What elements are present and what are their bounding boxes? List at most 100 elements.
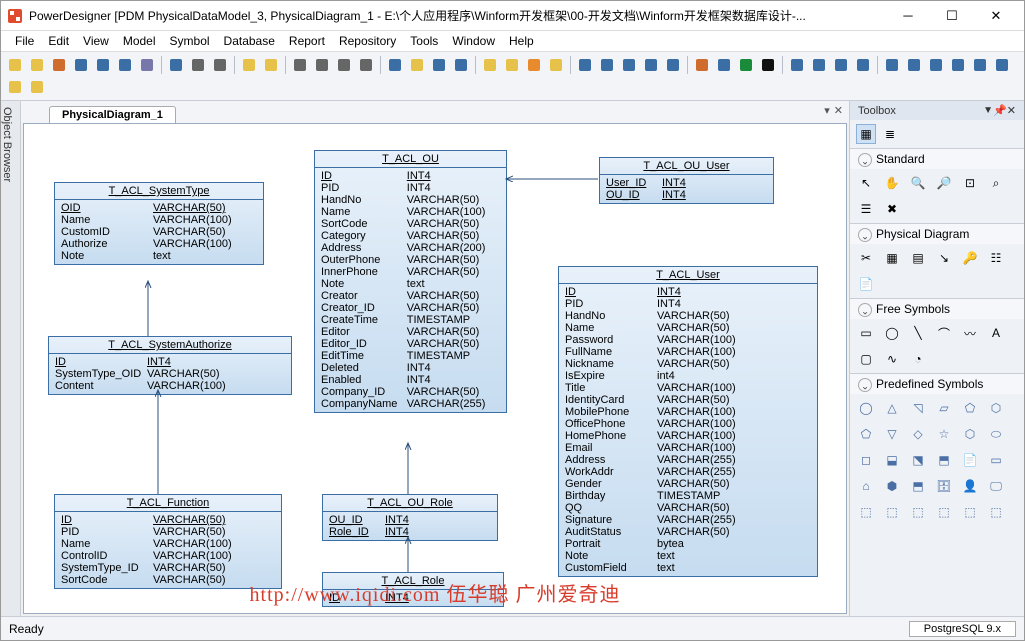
toolbar-button-10[interactable]: [239, 55, 259, 75]
toolbar-button-0[interactable]: [5, 55, 25, 75]
zoom-region-icon[interactable]: ⌕: [986, 173, 1006, 193]
toolbar-button-9[interactable]: [210, 55, 230, 75]
toolbar-button-18[interactable]: [429, 55, 449, 75]
toolbar-button-30[interactable]: [714, 55, 734, 75]
entity-T_ACL_SystemType[interactable]: T_ACL_SystemTypeOIDVARCHAR(50)NameVARCHA…: [54, 182, 264, 265]
predef-symbol-9[interactable]: ☆: [934, 424, 954, 444]
predef-symbol-11[interactable]: ⬭: [986, 424, 1006, 444]
toolbar-button-28[interactable]: [663, 55, 683, 75]
section-standard[interactable]: Standard: [850, 149, 1024, 169]
toolbar-button-5[interactable]: [115, 55, 135, 75]
minimize-button[interactable]: ─: [886, 2, 930, 30]
predef-symbol-10[interactable]: ⬡: [960, 424, 980, 444]
list-view-icon[interactable]: ≣: [880, 124, 900, 144]
menu-database[interactable]: Database: [217, 32, 282, 50]
entity-T_ACL_SystemAuthorize[interactable]: T_ACL_SystemAuthorizeIDINT4SystemType_OI…: [48, 336, 292, 395]
predef-symbol-19[interactable]: ⬢: [882, 476, 902, 496]
tab-physical-diagram[interactable]: PhysicalDiagram_1: [49, 106, 176, 123]
predef-symbol-14[interactable]: ⬔: [908, 450, 928, 470]
entity-T_ACL_Function[interactable]: T_ACL_FunctionIDVARCHAR(50)PIDVARCHAR(50…: [54, 494, 282, 589]
toolbar-button-4[interactable]: [93, 55, 113, 75]
toolbar-button-16[interactable]: [385, 55, 405, 75]
toolbar-button-1[interactable]: [27, 55, 47, 75]
delete-tool-icon[interactable]: ✖: [882, 199, 902, 219]
toolbar-button-22[interactable]: [524, 55, 544, 75]
toolbar-button-44[interactable]: [27, 77, 47, 97]
menu-symbol[interactable]: Symbol: [163, 32, 217, 50]
polyline2-icon[interactable]: ∿: [882, 349, 902, 369]
toolbar-button-23[interactable]: [546, 55, 566, 75]
rectangle-icon[interactable]: ▭: [856, 323, 876, 343]
predef-symbol-27[interactable]: ⬚: [934, 502, 954, 522]
toolbar-button-40[interactable]: [948, 55, 968, 75]
entity-T_ACL_OU[interactable]: T_ACL_OUIDINT4PIDINT4HandNoVARCHAR(50)Na…: [314, 150, 507, 413]
zoom-in-icon[interactable]: 🔍: [908, 173, 928, 193]
entity-T_ACL_OU_Role[interactable]: T_ACL_OU_RoleOU_IDINT4Role_IDINT4: [322, 494, 498, 541]
toolbox-pin-icon[interactable]: 📌: [993, 104, 1007, 117]
predef-symbol-4[interactable]: ⬠: [960, 398, 980, 418]
cut-icon[interactable]: ✂: [856, 248, 876, 268]
grid-view-icon[interactable]: ▦: [856, 124, 876, 144]
arc-icon[interactable]: ⌒: [934, 323, 954, 343]
tab-close-icon[interactable]: ✕: [834, 104, 843, 117]
polyline-icon[interactable]: 〰: [960, 323, 980, 343]
toolbar-button-6[interactable]: [137, 55, 157, 75]
predef-symbol-12[interactable]: ◻: [856, 450, 876, 470]
procedure-tool-icon[interactable]: 📄: [856, 274, 876, 294]
index-tool-icon[interactable]: ☷: [986, 248, 1006, 268]
toolbar-button-36[interactable]: [853, 55, 873, 75]
menu-file[interactable]: File: [8, 32, 41, 50]
properties-icon[interactable]: ☰: [856, 199, 876, 219]
toolbar-button-27[interactable]: [641, 55, 661, 75]
predef-symbol-1[interactable]: △: [882, 398, 902, 418]
entity-T_ACL_OU_User[interactable]: T_ACL_OU_UserUser_IDINT4OU_IDINT4: [599, 157, 774, 204]
toolbar-button-15[interactable]: [356, 55, 376, 75]
toolbar-button-3[interactable]: [71, 55, 91, 75]
toolbar-button-13[interactable]: [312, 55, 332, 75]
view-tool-icon[interactable]: ▤: [908, 248, 928, 268]
toolbar-button-21[interactable]: [502, 55, 522, 75]
object-browser-tab[interactable]: Object Browser: [1, 101, 21, 616]
toolbar-button-8[interactable]: [188, 55, 208, 75]
predef-symbol-15[interactable]: ⬒: [934, 450, 954, 470]
toolbar-button-31[interactable]: [736, 55, 756, 75]
toolbar-button-41[interactable]: [970, 55, 990, 75]
maximize-button[interactable]: ☐: [930, 2, 974, 30]
toolbar-button-33[interactable]: [787, 55, 807, 75]
toolbar-button-26[interactable]: [619, 55, 639, 75]
menu-edit[interactable]: Edit: [41, 32, 76, 50]
menu-window[interactable]: Window: [445, 32, 502, 50]
toolbar-button-7[interactable]: [166, 55, 186, 75]
line-icon[interactable]: ╲: [908, 323, 928, 343]
close-button[interactable]: ✕: [974, 2, 1018, 30]
entity-T_ACL_Role[interactable]: T_ACL_RoleIDINT4: [322, 572, 504, 607]
predef-symbol-29[interactable]: ⬚: [986, 502, 1006, 522]
table-tool-icon[interactable]: ▦: [882, 248, 902, 268]
predef-symbol-28[interactable]: ⬚: [960, 502, 980, 522]
predef-symbol-17[interactable]: ▭: [986, 450, 1006, 470]
predef-symbol-26[interactable]: ⬚: [908, 502, 928, 522]
toolbar-button-42[interactable]: [992, 55, 1012, 75]
toolbar-button-2[interactable]: [49, 55, 69, 75]
toolbar-button-32[interactable]: [758, 55, 778, 75]
key-tool-icon[interactable]: 🔑: [960, 248, 980, 268]
predef-symbol-18[interactable]: ⌂: [856, 476, 876, 496]
tab-dropdown-icon[interactable]: ▾: [824, 104, 830, 117]
predef-symbol-23[interactable]: 🖵: [986, 476, 1006, 496]
rounded-rect-icon[interactable]: ▢: [856, 349, 876, 369]
toolbox-dropdown-icon[interactable]: ▼: [983, 105, 993, 116]
toolbar-button-24[interactable]: [575, 55, 595, 75]
predef-symbol-13[interactable]: ⬓: [882, 450, 902, 470]
toolbar-button-25[interactable]: [597, 55, 617, 75]
menu-view[interactable]: View: [76, 32, 116, 50]
reference-tool-icon[interactable]: ↘: [934, 248, 954, 268]
predef-symbol-6[interactable]: ⬠: [856, 424, 876, 444]
zoom-out-icon[interactable]: 🔎: [934, 173, 954, 193]
predef-symbol-24[interactable]: ⬚: [856, 502, 876, 522]
predef-symbol-22[interactable]: 👤: [960, 476, 980, 496]
predef-symbol-20[interactable]: ⬒: [908, 476, 928, 496]
toolbar-button-34[interactable]: [809, 55, 829, 75]
toolbar-button-14[interactable]: [334, 55, 354, 75]
predef-symbol-7[interactable]: ▽: [882, 424, 902, 444]
section-physical-diagram[interactable]: Physical Diagram: [850, 224, 1024, 244]
